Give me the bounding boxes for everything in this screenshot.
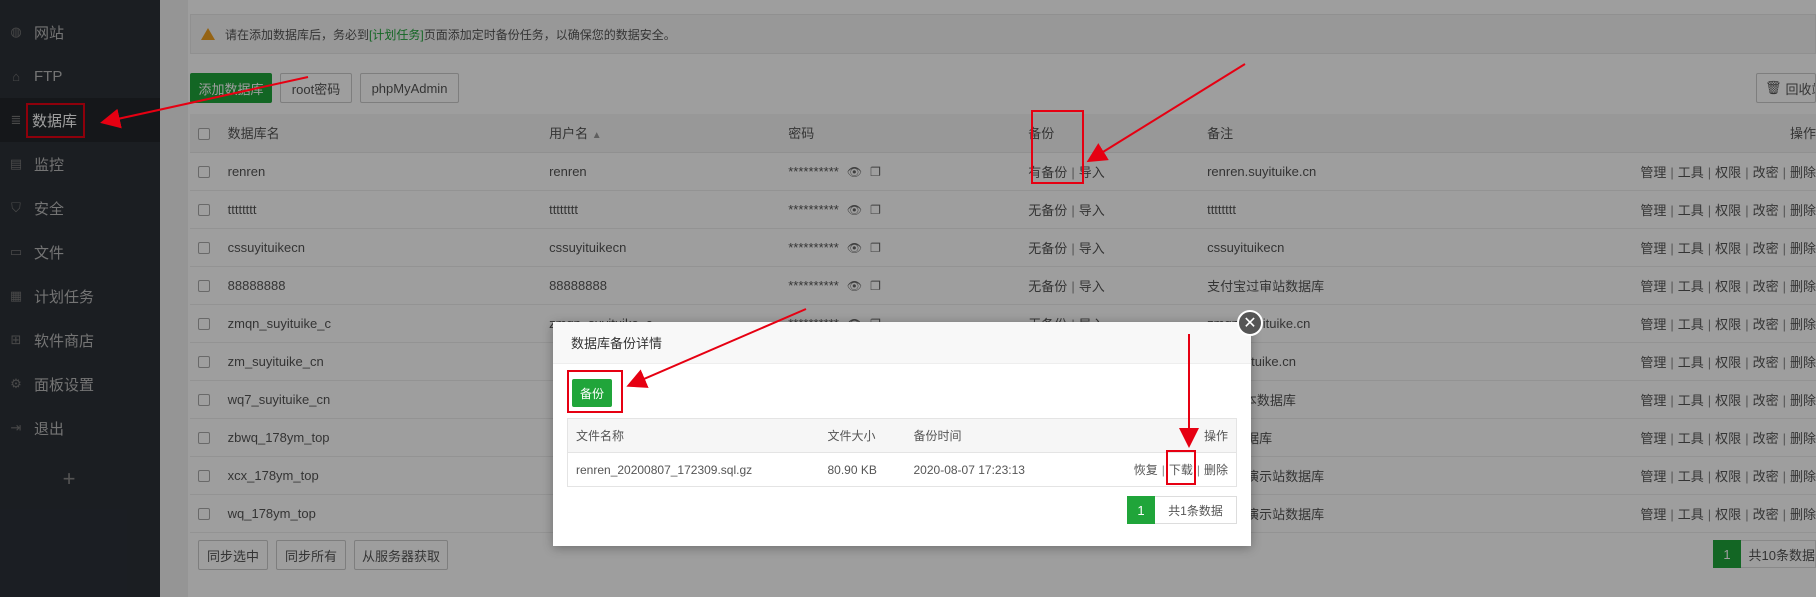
backup-table: 文件名称 文件大小 备份时间 操作 renren_20200807_172309… — [567, 418, 1237, 487]
annotation-box-backup-button — [567, 370, 623, 413]
modal-title: 数据库备份详情 — [553, 322, 1251, 364]
modal-pagination-current[interactable]: 1 — [1127, 496, 1155, 524]
backup-file-size: 80.90 KB — [827, 462, 877, 477]
backup-row: renren_20200807_172309.sql.gz 80.90 KB 2… — [568, 453, 1237, 487]
col-backup-ops: 操作 — [1123, 418, 1237, 453]
backup-file-name: renren_20200807_172309.sql.gz — [576, 462, 753, 477]
col-time: 备份时间 — [913, 418, 1124, 453]
close-icon[interactable]: ✕ — [1237, 310, 1263, 336]
restore-link[interactable]: 恢复 — [1134, 463, 1158, 477]
annotation-box-backup-col — [1031, 110, 1084, 184]
backup-time: 2020-08-07 17:23:13 — [913, 462, 1025, 477]
annotation-box-download — [1166, 450, 1196, 485]
delete-link[interactable]: 删除 — [1204, 463, 1228, 477]
modal-pagination-total: 共1条数据 — [1155, 496, 1237, 524]
col-file: 文件名称 — [567, 418, 828, 453]
col-size: 文件大小 — [827, 418, 914, 453]
backup-header-row: 文件名称 文件大小 备份时间 操作 — [567, 418, 1237, 453]
